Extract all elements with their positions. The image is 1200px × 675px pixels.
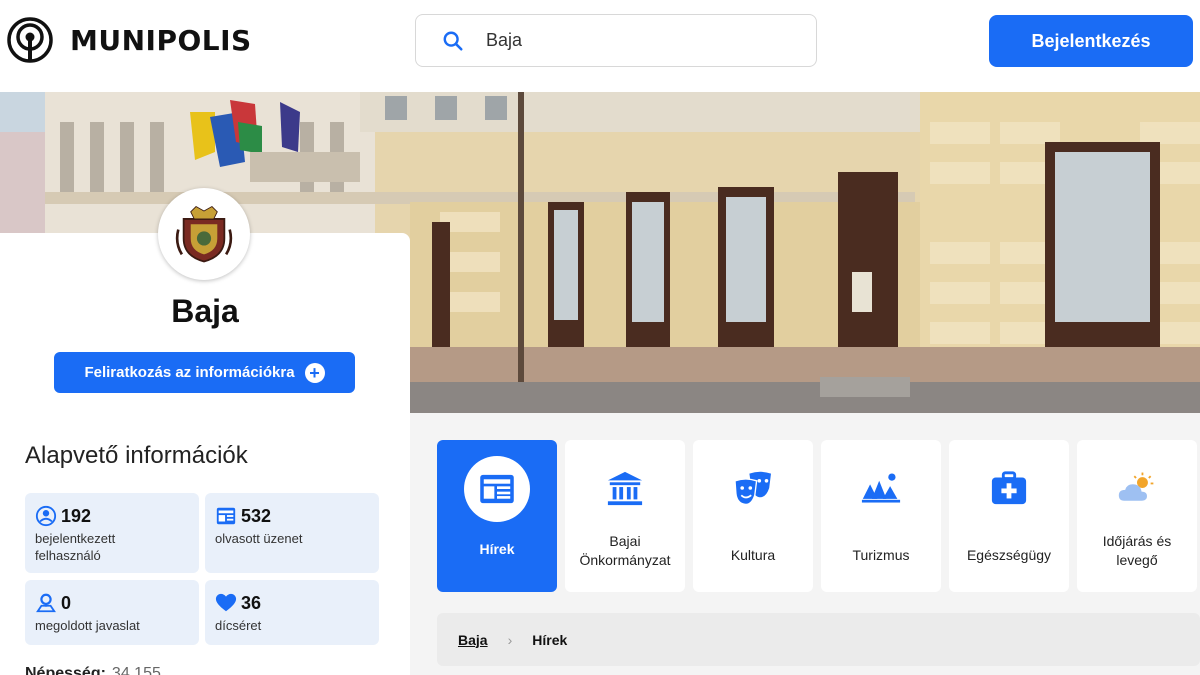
breadcrumb-current: Hírek (532, 631, 568, 648)
plus-icon: + (304, 362, 325, 383)
stat-read-messages: 532 olvasott üzenet (205, 493, 379, 573)
basic-info-heading: Alapvető információk (25, 442, 248, 469)
top-header: MUNIPOLIS Bejelentkezés (0, 0, 1200, 92)
stat-label: olvasott üzenet (215, 531, 303, 546)
user-circle-icon (35, 505, 57, 527)
chevron-right-icon: › (507, 631, 513, 648)
stat-label: bejelentkezett felhasználó (35, 531, 116, 563)
population-value: 34 155 (111, 665, 161, 675)
first-aid-kit-icon (991, 471, 1027, 505)
tile-label: Turizmus (852, 547, 910, 563)
tile-icon-wrap (733, 468, 773, 508)
city-coat-of-arms (158, 188, 250, 280)
stat-label: megoldott javaslat (35, 618, 140, 633)
tile-icon-wrap (1117, 468, 1157, 508)
search-icon (443, 31, 463, 51)
tile-icon-wrap (606, 468, 644, 508)
stat-value: 0 (61, 592, 72, 613)
search-input[interactable] (486, 30, 786, 51)
weather-cloud-sun-icon (1118, 472, 1154, 501)
town-hall-icon (607, 471, 643, 506)
tile-culture[interactable]: Kultura (693, 440, 813, 592)
tile-label: Kultura (730, 547, 776, 563)
tile-label: Hírek (479, 541, 515, 557)
stat-value: 36 (241, 592, 262, 613)
coat-of-arms-icon (175, 205, 233, 263)
tile-weather[interactable]: Időjárás és levegő (1077, 440, 1197, 592)
population-label: Népesség: (25, 665, 106, 675)
tile-news[interactable]: Hírek (437, 440, 557, 592)
stat-solved-suggestions: 0 megoldott javaslat (25, 580, 199, 645)
login-button[interactable]: Bejelentkezés (989, 15, 1193, 67)
tile-municipality[interactable]: Bajai Önkormányzat (565, 440, 685, 592)
stat-label: dícséret (215, 618, 262, 633)
map-pin-user-icon (36, 593, 56, 613)
search-box[interactable] (415, 14, 817, 67)
theater-masks-icon (734, 471, 771, 506)
population-row: Népesség: 34 155 (25, 665, 161, 675)
stat-logged-in-users: 192 bejelentkezett felhasználó (25, 493, 199, 573)
landscape-icon (861, 473, 901, 503)
subscribe-button[interactable]: Feliratkozás az információkra + (54, 352, 355, 393)
tile-label: Bajai Önkormányzat (579, 533, 671, 568)
broadcast-logo-icon (7, 17, 53, 63)
subscribe-label: Feliratkozás az információkra (84, 364, 295, 381)
tile-icon-wrap (990, 468, 1028, 508)
tile-icon-wrap (861, 468, 901, 508)
tile-label: Egészségügy (966, 547, 1052, 563)
heart-icon (215, 593, 237, 612)
tile-health[interactable]: Egészségügy (949, 440, 1069, 592)
stat-praise: 36 dícséret (205, 580, 379, 645)
news-icon (480, 474, 514, 504)
munipolis-logo[interactable]: MUNIPOLIS (6, 16, 252, 64)
tile-icon-wrap (464, 456, 530, 522)
stat-value: 192 (61, 505, 92, 526)
city-name: Baja (171, 293, 239, 329)
breadcrumb-home-link[interactable]: Baja (458, 632, 488, 648)
tile-tourism[interactable]: Turizmus (821, 440, 941, 592)
stat-value: 532 (241, 505, 272, 526)
logo-text: MUNIPOLIS (70, 23, 252, 57)
newspaper-icon (216, 507, 236, 525)
breadcrumb: Baja › Hírek (437, 613, 1200, 666)
tile-label: Időjárás és levegő (1102, 533, 1172, 568)
